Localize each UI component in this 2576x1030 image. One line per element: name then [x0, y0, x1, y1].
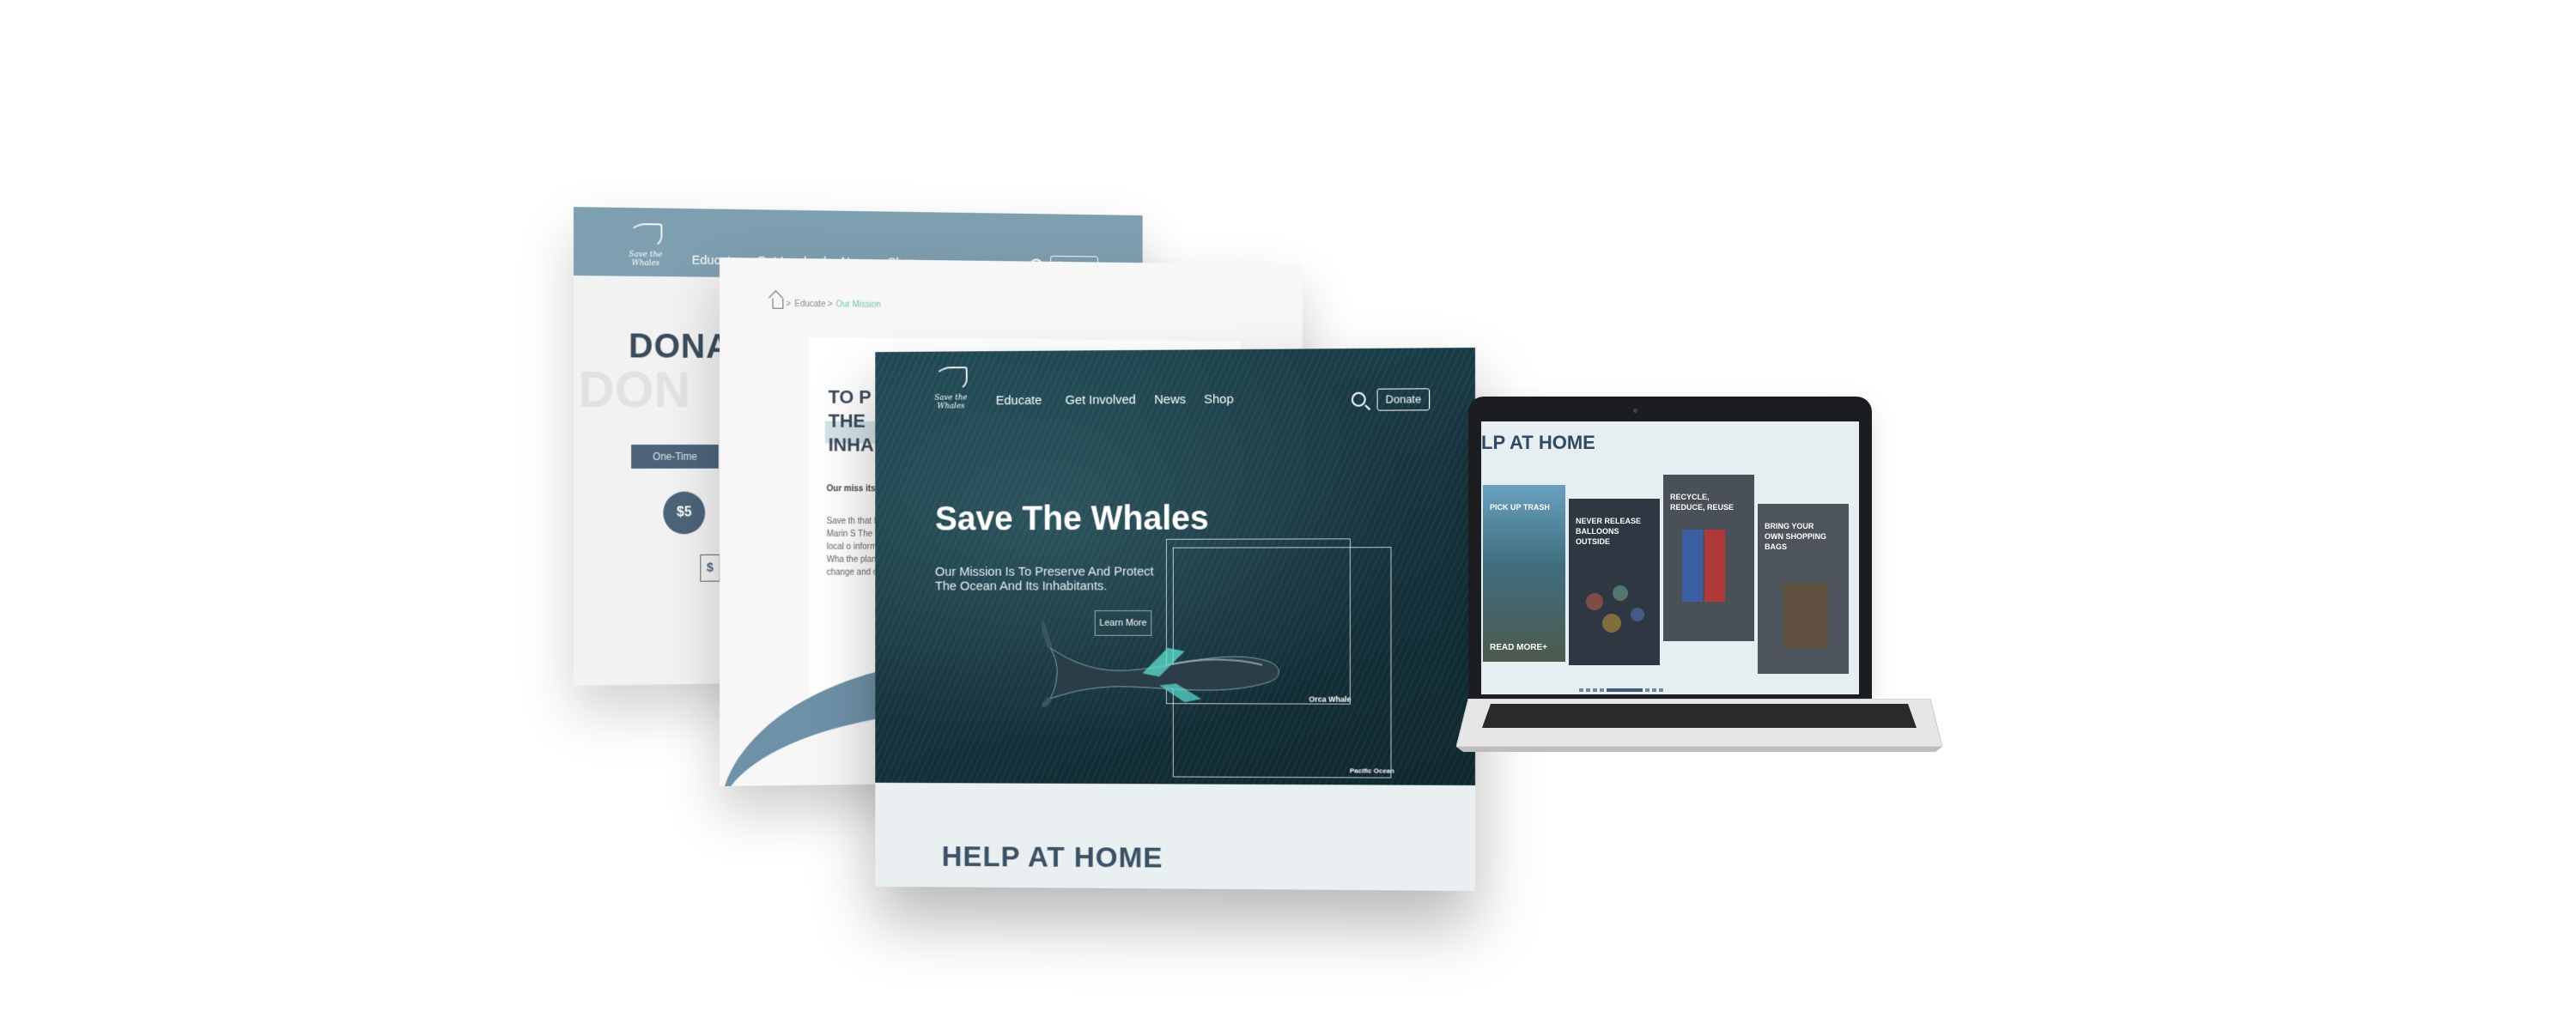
- logo-text: Save the Whales: [934, 393, 968, 411]
- breadcrumb-current: Our Mission: [835, 300, 881, 310]
- whale-tail-icon: [933, 367, 968, 392]
- frame-caption-orca: Orca Whale: [1309, 694, 1352, 704]
- logo-text: Save the Whales: [629, 250, 663, 269]
- carousel-indicator[interactable]: [1579, 682, 1666, 692]
- blue-bin: [1682, 530, 1703, 602]
- carousel-dot[interactable]: [1600, 688, 1604, 692]
- card-recycle-reduce-reuse[interactable]: RECYCLE, REDUCE, REUSE: [1663, 475, 1754, 641]
- laptop-display: LP AT HOME PICK UP TRASH READ MORE+ NEVE…: [1481, 421, 1859, 694]
- card-pick-up-trash[interactable]: PICK UP TRASH READ MORE+: [1483, 485, 1565, 662]
- ghost-heading: DON: [577, 360, 690, 419]
- breadcrumb-sep-2: >: [827, 300, 833, 310]
- whale-tail-icon: [629, 222, 663, 250]
- nav-news[interactable]: News: [1154, 392, 1186, 407]
- breadcrumb-sep-1: >: [786, 299, 792, 309]
- site-logo[interactable]: Save the Whales: [624, 222, 666, 269]
- carousel-dot[interactable]: [1579, 688, 1583, 692]
- red-bin: [1704, 530, 1725, 602]
- nav-shop[interactable]: Shop: [1204, 392, 1233, 407]
- nav-get-involved[interactable]: Get Involved: [1066, 392, 1136, 407]
- breadcrumb-educate[interactable]: Educate: [794, 300, 825, 309]
- nav-educate[interactable]: Educate: [996, 393, 1042, 408]
- tab-one-time[interactable]: One-Time: [631, 445, 719, 469]
- card-label: RECYCLE, REDUCE, REUSE: [1670, 493, 1735, 512]
- laptop-keyboard-base: [1456, 699, 1942, 752]
- carousel-dot[interactable]: [1586, 688, 1590, 692]
- home-icon[interactable]: [772, 298, 784, 309]
- hero-subtitle: Our Mission Is To Preserve And Protect T…: [934, 564, 1154, 594]
- carousel-dot[interactable]: [1645, 688, 1649, 692]
- help-at-home-heading: HELP AT HOME: [941, 840, 1163, 875]
- custom-amount-field[interactable]: $: [700, 554, 720, 582]
- carousel-dot[interactable]: [1652, 688, 1656, 692]
- camera-dot: [1633, 409, 1637, 413]
- carousel-dot[interactable]: [1659, 688, 1663, 692]
- tote-bag: [1783, 583, 1828, 648]
- search-icon[interactable]: [1351, 391, 1366, 407]
- card-label: BRING YOUR OWN SHOPPING BAGS: [1765, 522, 1827, 551]
- home-page-panel: Save the Whales Educate Get Involved New…: [875, 348, 1475, 891]
- donate-button[interactable]: Donate: [1376, 388, 1431, 411]
- whale-image: [1042, 614, 1285, 707]
- frame-caption-location: Pacific Ocean: [1349, 766, 1394, 775]
- hero-title: Save The Whales: [934, 500, 1209, 538]
- card-never-release-balloons[interactable]: NEVER RELEASE BALLOONS OUTSIDE: [1569, 499, 1660, 665]
- help-at-home-heading: LP AT HOME: [1481, 432, 1595, 453]
- balloons-illustration: [1586, 585, 1644, 633]
- card-bring-own-bags[interactable]: BRING YOUR OWN SHOPPING BAGS: [1758, 504, 1849, 674]
- carousel-dot[interactable]: [1593, 688, 1597, 692]
- read-more-link[interactable]: READ MORE+: [1490, 643, 1558, 653]
- card-label: PICK UP TRASH: [1490, 503, 1550, 512]
- site-logo[interactable]: Save the Whales: [930, 367, 971, 411]
- card-label: NEVER RELEASE BALLOONS OUTSIDE: [1576, 517, 1642, 546]
- hero-section: Save the Whales Educate Get Involved New…: [875, 348, 1475, 785]
- amount-option-5[interactable]: $5: [663, 491, 706, 535]
- page-title: DONA: [629, 327, 732, 366]
- carousel-dot-active[interactable]: [1607, 688, 1643, 692]
